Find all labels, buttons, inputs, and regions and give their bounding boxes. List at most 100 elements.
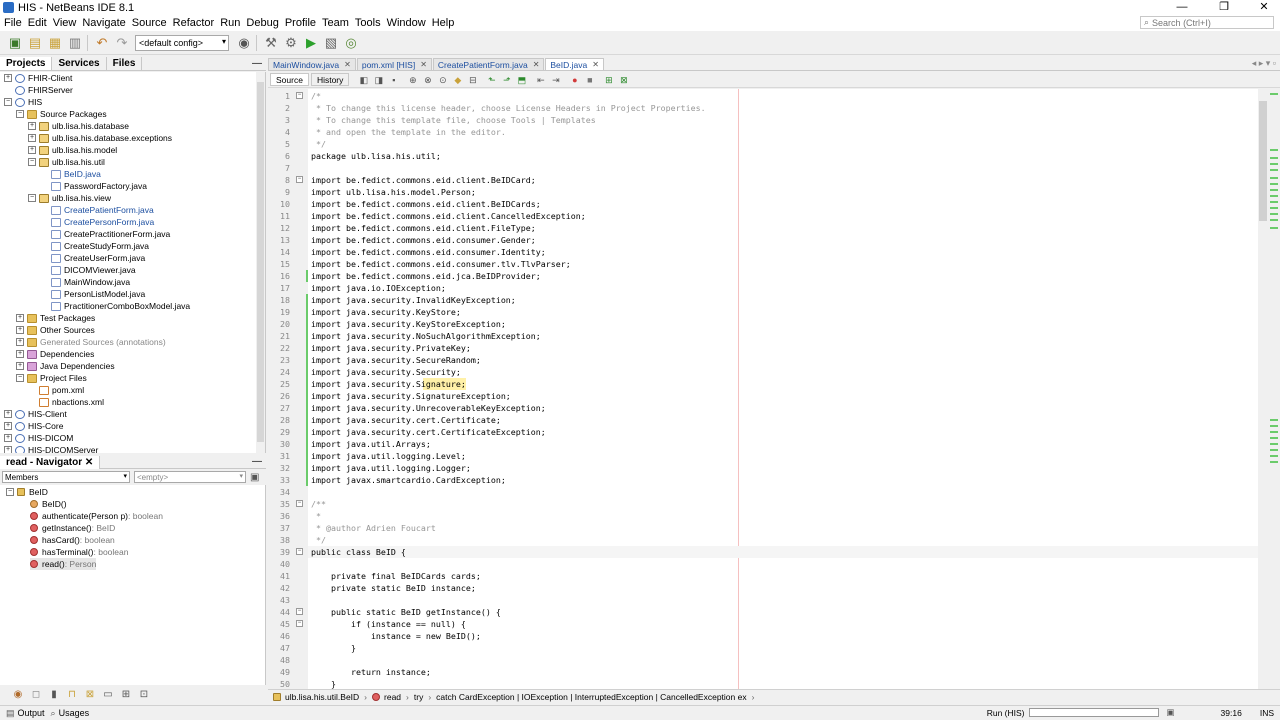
- fold-icon[interactable]: −: [296, 608, 303, 615]
- toggle-search-icon[interactable]: ⊙: [436, 74, 449, 86]
- expand-icon[interactable]: +: [4, 434, 12, 442]
- menu-profile[interactable]: Profile: [282, 15, 319, 31]
- expand-icon[interactable]: +: [28, 146, 36, 154]
- fold-icon[interactable]: −: [296, 620, 303, 627]
- change-mark[interactable]: [1270, 169, 1278, 171]
- members-filter-select[interactable]: Members ▾: [2, 471, 130, 483]
- change-mark[interactable]: [1270, 425, 1278, 427]
- change-mark[interactable]: [1270, 163, 1278, 165]
- tree-item[interactable]: − ulb.lisa.his.util: [28, 156, 105, 168]
- tree-item[interactable]: DICOMViewer.java: [40, 264, 136, 276]
- navigator-member[interactable]: BeID(): [30, 498, 67, 510]
- expand-icon[interactable]: +: [4, 74, 12, 82]
- navigator-member[interactable]: getInstance() : BeID: [30, 522, 115, 534]
- change-mark[interactable]: [1270, 213, 1278, 215]
- tree-item[interactable]: − Project Files: [16, 372, 87, 384]
- change-mark[interactable]: [1270, 449, 1278, 451]
- change-mark[interactable]: [1270, 219, 1278, 221]
- tree-item[interactable]: + Dependencies: [16, 348, 94, 360]
- editor-scrollbar[interactable]: [1258, 89, 1268, 689]
- menu-window[interactable]: Window: [384, 15, 429, 31]
- fold-icon[interactable]: −: [296, 92, 303, 99]
- forward-icon[interactable]: ▪: [387, 74, 400, 86]
- expand-icon[interactable]: +: [4, 422, 12, 430]
- tree-item[interactable]: − Source Packages: [16, 108, 107, 120]
- minimize-button[interactable]: —: [1168, 0, 1196, 15]
- last-edit-icon[interactable]: ◧: [357, 74, 370, 86]
- close-icon[interactable]: ✕: [85, 457, 93, 468]
- scroll-thumb[interactable]: [1259, 101, 1267, 221]
- collapse-icon[interactable]: −: [6, 488, 14, 496]
- usages-tab[interactable]: ⌕ Usages: [51, 708, 90, 719]
- tab-projects[interactable]: Projects: [0, 57, 53, 70]
- close-button[interactable]: ✕: [1250, 0, 1278, 15]
- tree-item[interactable]: + ulb.lisa.his.database.exceptions: [28, 132, 172, 144]
- change-mark[interactable]: [1270, 207, 1278, 209]
- tree-item[interactable]: + Java Dependencies: [16, 360, 115, 372]
- minimize-navigator-button[interactable]: —: [252, 456, 262, 467]
- tree-item[interactable]: − ulb.lisa.his.view: [28, 192, 111, 204]
- tree-item[interactable]: pom.xml: [28, 384, 84, 396]
- shift-right-icon[interactable]: ⇥: [549, 74, 562, 86]
- menu-refactor[interactable]: Refactor: [170, 15, 218, 31]
- change-mark[interactable]: [1270, 149, 1278, 151]
- menu-source[interactable]: Source: [129, 15, 170, 31]
- scroll-thumb[interactable]: [257, 82, 264, 442]
- lock-icon[interactable]: ⊓: [64, 687, 80, 701]
- find-next-icon[interactable]: ⊗: [421, 74, 434, 86]
- filter-nonpublic-icon[interactable]: ▮: [46, 687, 62, 701]
- tree-item[interactable]: + HIS-DICOM: [4, 432, 73, 444]
- tab-createpatientform[interactable]: CreatePatientForm.java ✕: [432, 58, 545, 70]
- change-mark[interactable]: [1270, 93, 1278, 95]
- comment-icon[interactable]: ⊞: [602, 74, 615, 86]
- back-icon[interactable]: ◨: [372, 74, 385, 86]
- fold-icon[interactable]: −: [296, 548, 303, 555]
- menu-view[interactable]: View: [50, 15, 80, 31]
- tab-pom[interactable]: pom.xml [HIS] ✕: [356, 58, 432, 70]
- sort-by-name-icon[interactable]: ▭: [100, 687, 116, 701]
- collapse-icon[interactable]: −: [16, 110, 24, 118]
- undo-icon[interactable]: ↶: [93, 34, 111, 52]
- expand-icon[interactable]: +: [28, 122, 36, 130]
- config-select[interactable]: <default config> ▾: [135, 34, 229, 51]
- tree-item[interactable]: + ulb.lisa.his.model: [28, 144, 117, 156]
- menu-tools[interactable]: Tools: [352, 15, 384, 31]
- build-icon[interactable]: ⚒: [262, 34, 280, 52]
- menu-run[interactable]: Run: [217, 15, 243, 31]
- group-icon[interactable]: ⊡: [136, 687, 152, 701]
- toggle-bookmark-icon[interactable]: ⬒: [515, 74, 528, 86]
- tree-item[interactable]: MainWindow.java: [40, 276, 130, 288]
- expand-icon[interactable]: +: [4, 446, 12, 453]
- tree-item[interactable]: + Test Packages: [16, 312, 95, 324]
- next-bookmark-icon[interactable]: ⬏: [500, 74, 513, 86]
- tree-item[interactable]: CreatePractitionerForm.java: [40, 228, 170, 240]
- run-icon[interactable]: ▶: [302, 34, 320, 52]
- navigator-root[interactable]: − BeID: [6, 486, 48, 498]
- navigator-options-icon[interactable]: ▣: [250, 472, 259, 483]
- minimize-panel-button[interactable]: —: [252, 58, 262, 69]
- tree-item[interactable]: PersonListModel.java: [40, 288, 145, 300]
- toggle-highlight-icon[interactable]: ◆: [451, 74, 464, 86]
- breadcrumb-try[interactable]: try: [414, 692, 423, 702]
- fold-icon[interactable]: −: [296, 176, 303, 183]
- tab-mainwindow[interactable]: MainWindow.java ✕: [268, 58, 356, 70]
- breadcrumb-class[interactable]: ulb.lisa.his.util.BeID: [273, 692, 359, 702]
- inherited-icon[interactable]: ⊠: [82, 687, 98, 701]
- change-mark[interactable]: [1270, 157, 1278, 159]
- change-mark[interactable]: [1270, 419, 1278, 421]
- collapse-icon[interactable]: −: [4, 98, 12, 106]
- save-all-icon[interactable]: ▥: [66, 34, 84, 52]
- breadcrumb-catch[interactable]: catch CardException | IOException | Inte…: [436, 692, 746, 702]
- tree-item[interactable]: − HIS: [4, 96, 42, 108]
- output-tab[interactable]: ▤ Output: [6, 708, 45, 719]
- change-mark[interactable]: [1270, 227, 1278, 229]
- tab-services[interactable]: Services: [52, 57, 107, 70]
- tree-item[interactable]: + Other Sources: [16, 324, 95, 336]
- find-previous-icon[interactable]: ⊕: [406, 74, 419, 86]
- close-icon[interactable]: ✕: [592, 60, 599, 69]
- tab-source[interactable]: Source: [270, 73, 309, 86]
- expand-icon[interactable]: +: [16, 314, 24, 322]
- toggle-rect-icon[interactable]: ⊟: [466, 74, 479, 86]
- new-file-icon[interactable]: ▤: [26, 34, 44, 52]
- tree-scrollbar[interactable]: [256, 72, 265, 453]
